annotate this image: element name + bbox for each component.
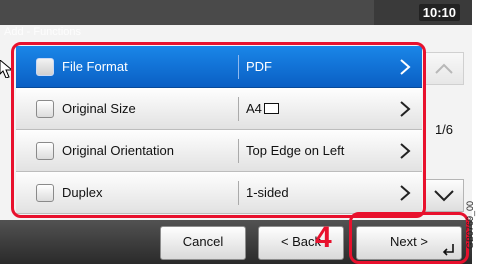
page-title: Add - Functions: [4, 26, 82, 38]
checkbox-file-format[interactable]: [36, 58, 54, 76]
divider: [238, 181, 239, 205]
chevron-right-icon: [400, 59, 411, 75]
divider: [238, 55, 239, 79]
list-item-value: PDF: [246, 59, 272, 74]
next-button[interactable]: Next >: [356, 226, 462, 260]
page-orientation-icon: [263, 103, 279, 114]
list-item-file-format[interactable]: File Format PDF: [16, 46, 422, 88]
list-item-original-orientation[interactable]: Original Orientation Top Edge on Left: [16, 130, 422, 172]
list-item-original-size[interactable]: Original Size A4: [16, 88, 422, 130]
checkbox-duplex[interactable]: [36, 184, 54, 202]
page-indicator: 1/6: [434, 122, 454, 137]
list-item-value: 1-sided: [246, 185, 289, 200]
pointer-icon: [0, 60, 14, 78]
list-item-value: A4: [246, 88, 279, 130]
list-item-label: Duplex: [62, 185, 103, 200]
list-item-label: Original Size: [62, 101, 136, 116]
chevron-right-icon: [400, 143, 411, 159]
checkbox-original-orientation[interactable]: [36, 142, 54, 160]
status-bar: 10:10: [0, 0, 472, 25]
list-item-label: Original Orientation: [62, 143, 174, 158]
bottom-bar: Cancel < Back Next >: [0, 220, 472, 264]
divider: [238, 139, 239, 163]
scroll-down-button[interactable]: [424, 179, 464, 212]
checkbox-original-size[interactable]: [36, 100, 54, 118]
figure-code-text: GB0769_00: [465, 200, 476, 250]
chevron-right-icon: [400, 101, 411, 117]
function-list: File Format PDF Original Size A4 Origina…: [16, 46, 422, 214]
figure-code: GB0769_00: [465, 190, 488, 264]
divider: [238, 97, 239, 121]
list-item-label: File Format: [62, 59, 128, 74]
next-button-label: Next >: [390, 234, 428, 249]
paper-size: A4: [246, 101, 262, 116]
scroll-controls: 1/6: [424, 52, 464, 212]
chevron-right-icon: [400, 185, 411, 201]
chevron-up-icon: [435, 63, 453, 74]
list-item-duplex[interactable]: Duplex 1-sided: [16, 172, 422, 214]
step-number: 4: [315, 221, 332, 254]
status-message-area: [0, 0, 374, 25]
scroll-up-button[interactable]: [424, 52, 464, 85]
list-item-value: Top Edge on Left: [246, 143, 345, 158]
chevron-down-icon: [434, 190, 454, 202]
enter-icon: [442, 244, 454, 256]
clock: 10:10: [418, 4, 460, 21]
cancel-button[interactable]: Cancel: [160, 226, 246, 260]
